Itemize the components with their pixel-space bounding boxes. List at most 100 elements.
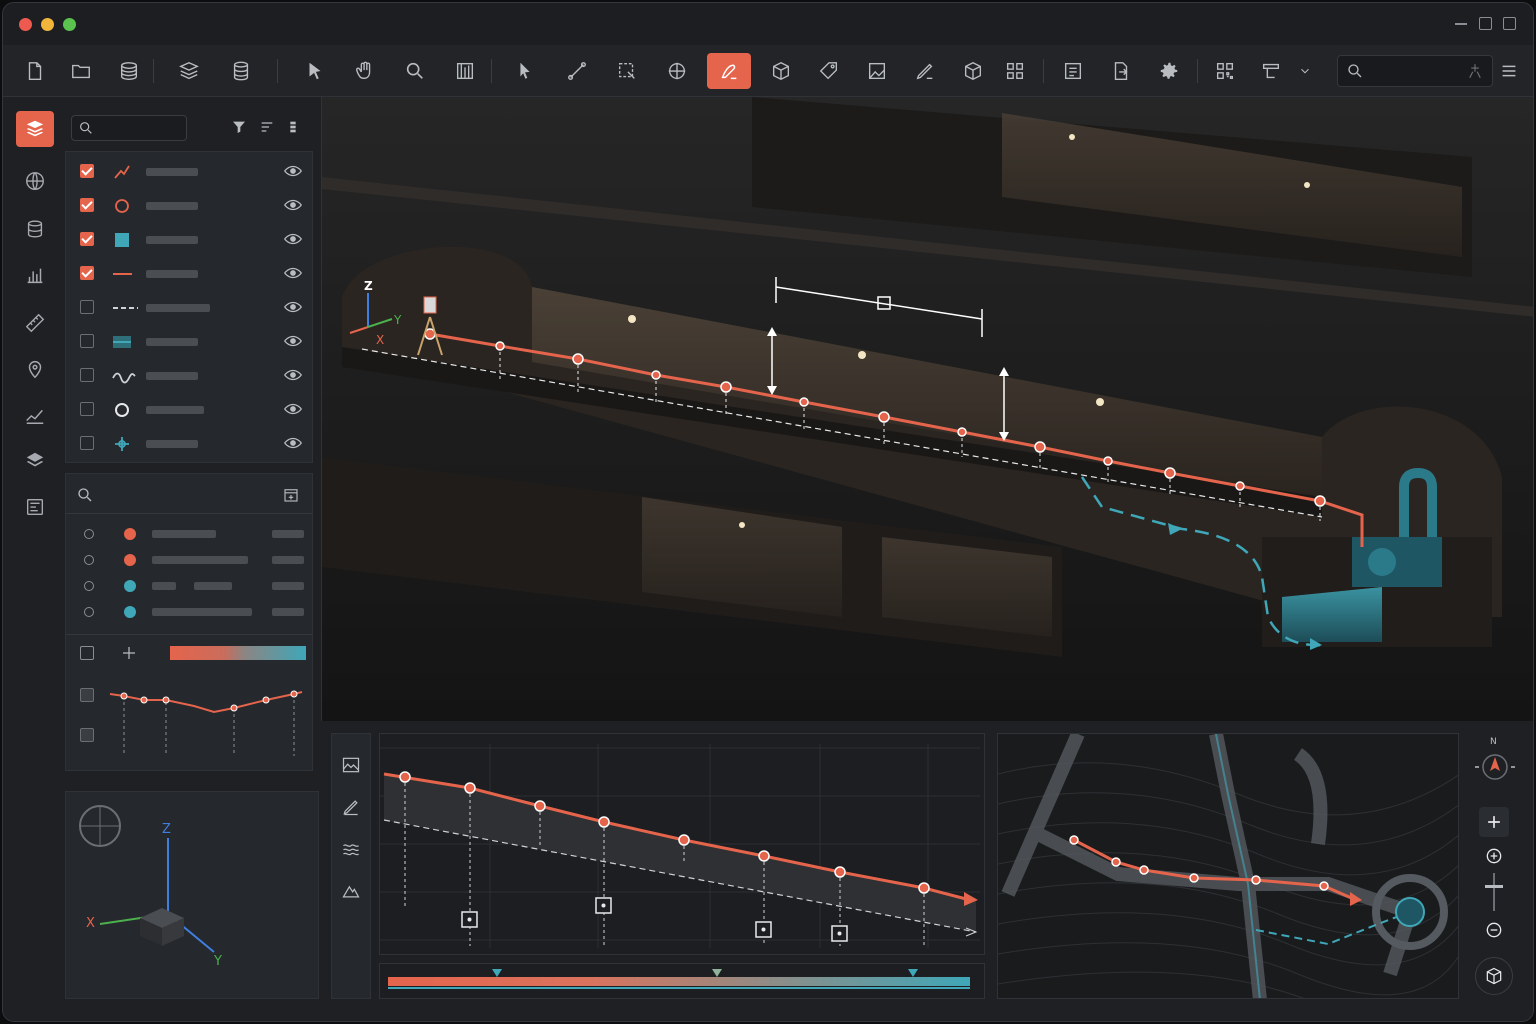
layer-checkbox[interactable] [80,232,94,246]
attribute-search-bar[interactable] [66,474,312,514]
visibility-eye-icon[interactable] [284,368,302,382]
pan-hand-icon[interactable] [345,53,385,89]
location-pin-icon[interactable] [16,351,54,387]
filter-icon[interactable] [231,119,247,135]
zoom-window-button[interactable] [63,18,76,31]
add-point-icon[interactable] [120,644,138,662]
ruler-icon[interactable] [16,305,54,341]
close-icon[interactable] [1503,17,1516,30]
tag-icon[interactable] [809,53,849,89]
visibility-eye-icon[interactable] [284,436,302,450]
layer-search-input[interactable] [71,115,187,141]
database-icon[interactable] [221,53,261,89]
pointer-icon[interactable] [505,53,545,89]
plan-map-panel[interactable] [997,733,1459,999]
visibility-eye-icon[interactable] [284,232,302,246]
3d-viewport[interactable]: Z Y X [321,97,1533,721]
mountain-icon[interactable] [336,876,366,906]
waves-icon[interactable] [336,834,366,864]
menu-icon[interactable] [1493,53,1525,89]
layer-row[interactable] [74,190,310,222]
layer-row[interactable] [74,394,310,426]
visibility-eye-icon[interactable] [284,198,302,212]
visibility-eye-icon[interactable] [284,402,302,416]
chart-line-icon[interactable] [16,397,54,433]
zoom-in-small-button[interactable] [1479,841,1509,871]
layer-row[interactable] [74,156,310,188]
attribute-row[interactable] [66,548,312,574]
layer-row[interactable] [74,292,310,324]
more-options-icon[interactable] [285,119,301,135]
layer-row[interactable] [74,258,310,290]
attribute-row[interactable] [66,522,312,548]
box-3d-icon[interactable] [953,53,993,89]
zoom-slider-track[interactable] [1493,873,1495,911]
layer-checkbox[interactable] [80,300,94,314]
layer-checkbox[interactable] [80,164,94,178]
axes-gizmo[interactable] [66,792,320,1000]
bar-chart-icon[interactable] [16,257,54,293]
mine-plan-map[interactable] [998,734,1459,999]
timeline-marker[interactable] [908,969,918,977]
settings-gear-icon[interactable] [1149,53,1189,89]
attribute-row[interactable] [66,600,312,626]
profile-tool-icon[interactable] [1251,53,1291,89]
export-icon[interactable] [1101,53,1141,89]
crosshair-icon[interactable] [657,53,697,89]
layer-checkbox[interactable] [80,334,94,348]
globe-icon[interactable] [16,163,54,199]
raster-icon[interactable] [857,53,897,89]
pin-icon[interactable] [1466,62,1484,80]
profile-option-box[interactable] [80,728,94,742]
sort-icon[interactable] [259,119,275,135]
view-3d-button[interactable] [1475,957,1513,995]
visibility-eye-icon[interactable] [284,164,302,178]
color-ramp[interactable] [170,646,306,660]
layers-stack-icon[interactable] [109,53,149,89]
layer-row[interactable] [74,224,310,256]
layer-row[interactable] [74,428,310,460]
zoom-slider-handle[interactable] [1485,885,1503,888]
area-select-icon[interactable] [607,53,647,89]
layer-checkbox[interactable] [80,436,94,450]
stack-icon[interactable] [16,443,54,479]
document-icon[interactable] [16,489,54,525]
layer-checkbox[interactable] [80,368,94,382]
minimize-icon[interactable] [1455,23,1467,25]
layer-row[interactable] [74,326,310,358]
attribute-row[interactable] [66,574,312,600]
layers-icon[interactable] [16,111,54,147]
zoom-out-button[interactable] [1479,915,1509,945]
timeline-marker[interactable] [492,969,502,977]
cube-icon[interactable] [761,53,801,89]
close-window-button[interactable] [19,18,32,31]
visibility-eye-icon[interactable] [284,266,302,280]
layer-row[interactable] [74,360,310,392]
sketch-tool-icon[interactable] [707,53,751,89]
layer-checkbox[interactable] [80,266,94,280]
layer-checkbox[interactable] [80,198,94,212]
minimize-window-button[interactable] [41,18,54,31]
report-icon[interactable] [1053,53,1093,89]
select-arrow-icon[interactable] [295,53,335,89]
gradient-timeline[interactable] [379,963,985,999]
compass-control[interactable]: N [1471,737,1519,787]
global-search-input[interactable] [1337,55,1493,87]
profile-checkbox[interactable] [80,646,94,660]
layers-alt-icon[interactable] [169,53,209,89]
database-icon[interactable] [16,211,54,247]
pen-icon[interactable] [905,53,945,89]
zoom-icon[interactable] [395,53,435,89]
visibility-eye-icon[interactable] [284,300,302,314]
restore-icon[interactable] [1479,17,1492,30]
dropdown-chevron-icon[interactable] [1293,53,1317,89]
new-file-icon[interactable] [15,53,55,89]
timeline-marker[interactable] [712,969,722,977]
line-draw-icon[interactable] [557,53,597,89]
grid-icon[interactable] [995,53,1035,89]
zoom-in-button[interactable] [1479,807,1509,837]
pen-profile-icon[interactable] [336,792,366,822]
profile-chart[interactable] [380,734,986,956]
profile-option-box[interactable] [80,688,94,702]
visibility-eye-icon[interactable] [284,334,302,348]
